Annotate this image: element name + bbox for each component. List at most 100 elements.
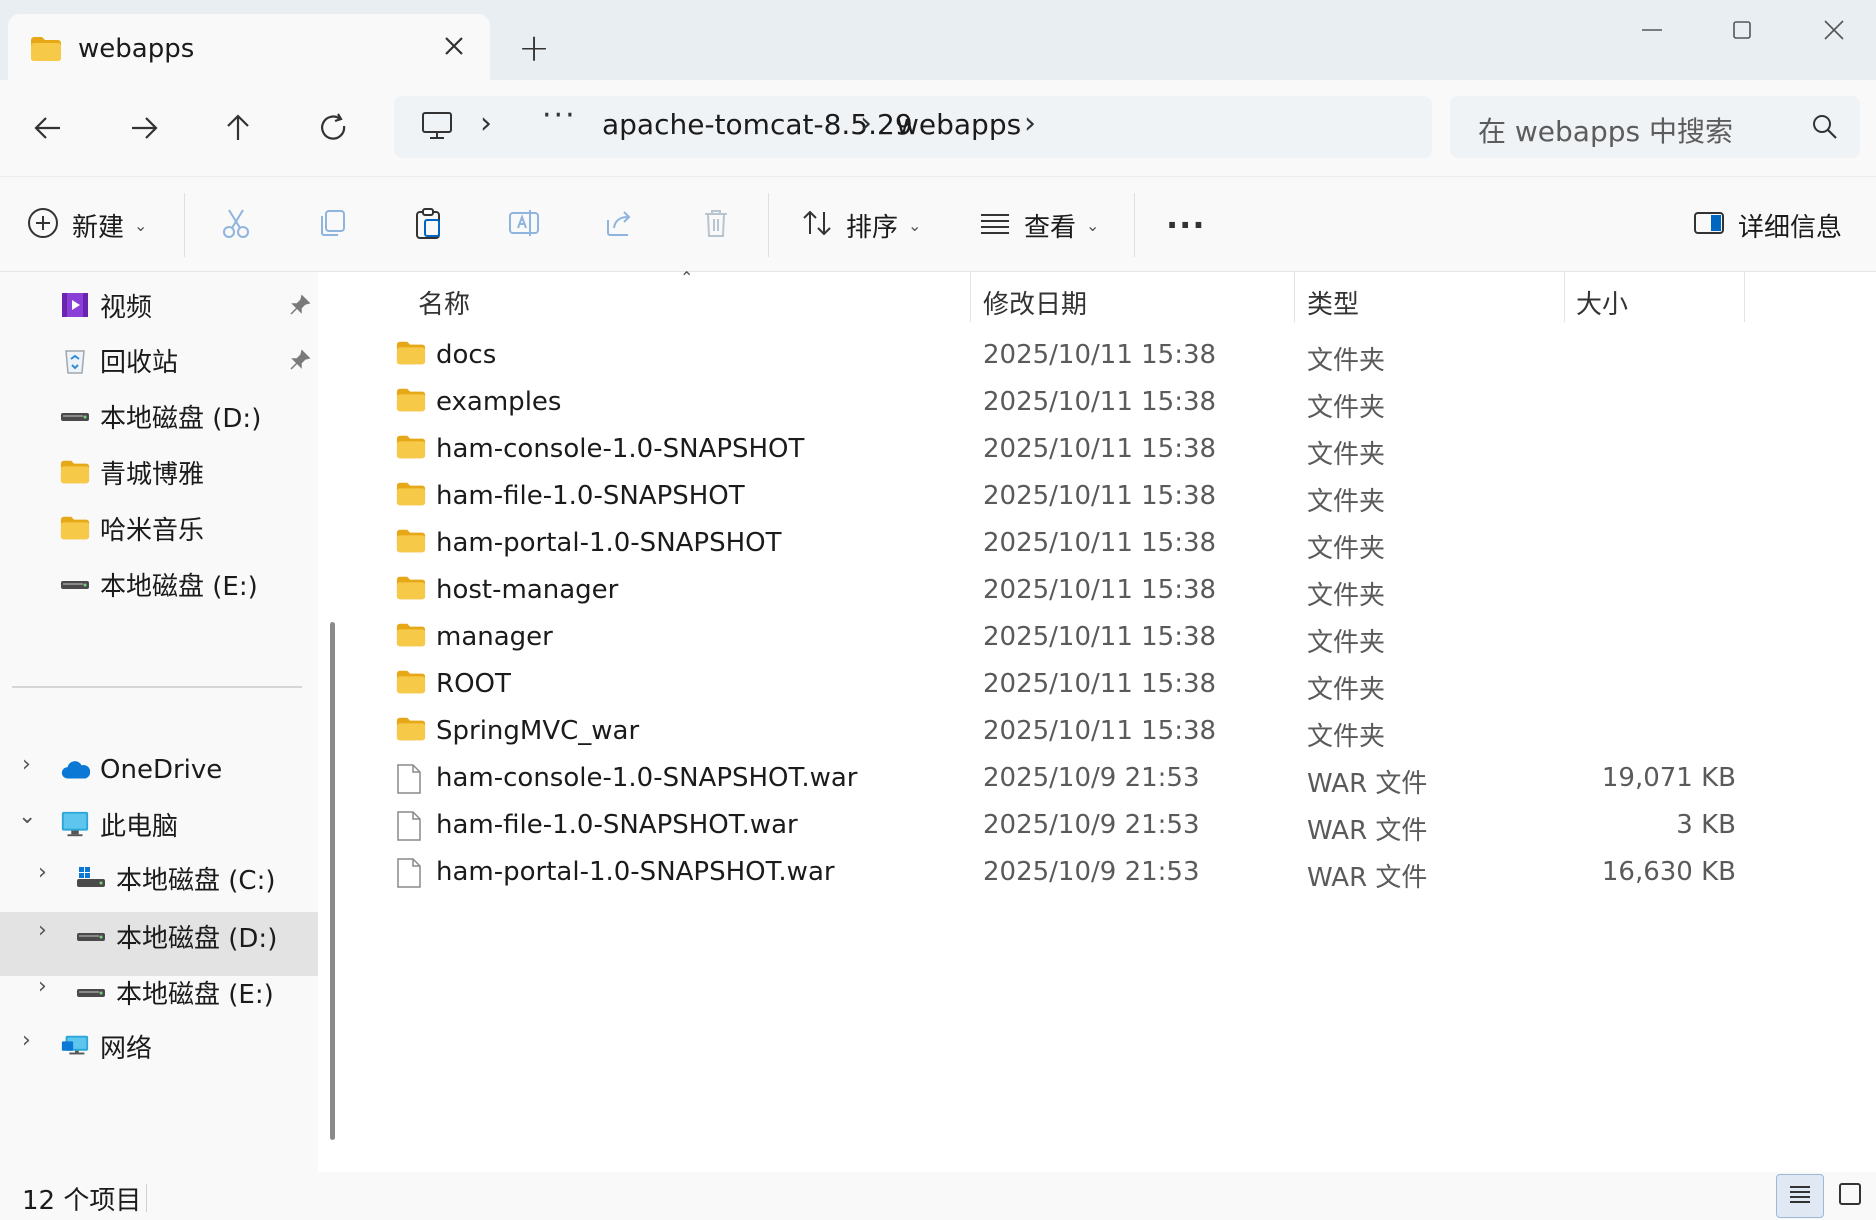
sidebar-item-network[interactable]: › 网络	[0, 1018, 318, 1074]
cut-button[interactable]	[212, 201, 260, 249]
sidebar-item-label: 本地磁盘 (D:)	[116, 923, 278, 954]
refresh-button[interactable]	[310, 104, 358, 152]
sidebar-item-label: 本地磁盘 (E:)	[100, 571, 258, 602]
file-modified-date: 2025/10/11 15:38	[983, 340, 1217, 370]
column-divider[interactable]	[970, 272, 971, 322]
sidebar-item-label: 回收站	[100, 347, 179, 378]
search-input[interactable]: 在 webapps 中搜索	[1478, 110, 1733, 150]
onedrive-icon	[60, 755, 90, 785]
sidebar-scrollbar[interactable]	[330, 622, 335, 1140]
sort-ascending-icon: ⌃	[680, 268, 694, 287]
new-button[interactable]: 新建 ⌄	[26, 199, 147, 251]
file-name: ham-portal-1.0-SNAPSHOT	[436, 528, 782, 558]
address-bar[interactable]: › ··· apache-tomcat-8.5.29 › webapps ›	[394, 96, 1432, 158]
share-button[interactable]	[596, 201, 644, 249]
close-tab-icon[interactable]	[434, 26, 474, 66]
file-type: 文件夹	[1307, 440, 1386, 470]
file-icon	[396, 810, 422, 846]
more-options-button[interactable]: ···	[1166, 199, 1205, 251]
column-divider[interactable]	[1744, 272, 1745, 322]
paste-button[interactable]	[404, 201, 452, 249]
column-header-size[interactable]: 大小	[1576, 284, 1628, 321]
large-icons-view-button[interactable]	[1828, 1174, 1872, 1218]
close-window-button[interactable]	[1802, 6, 1866, 54]
breadcrumb-webapps[interactable]: webapps	[896, 108, 1021, 141]
chevron-right-icon[interactable]: ›	[38, 918, 47, 943]
sidebar-item-videos[interactable]: 视频	[0, 277, 318, 333]
file-type: 文件夹	[1307, 346, 1386, 376]
file-modified-date: 2025/10/11 15:38	[983, 575, 1217, 605]
drive-icon	[76, 921, 106, 951]
sidebar-item-onedrive[interactable]: › OneDrive	[0, 742, 318, 798]
sidebar-item-recycle-bin[interactable]: 回收站	[0, 332, 318, 388]
file-type: 文件夹	[1307, 393, 1386, 423]
folder-icon	[396, 340, 426, 370]
file-type: WAR 文件	[1307, 863, 1428, 893]
column-header-name[interactable]: 名称	[418, 284, 470, 321]
breadcrumb-chevron-icon[interactable]: ›	[1024, 106, 1036, 141]
file-type: 文件夹	[1307, 675, 1386, 705]
file-modified-date: 2025/10/11 15:38	[983, 387, 1217, 417]
system-drive-icon	[76, 863, 106, 893]
view-label: 查看	[1024, 212, 1077, 243]
sidebar-item-drive-c[interactable]: › 本地磁盘 (C:)	[0, 850, 318, 906]
back-button[interactable]	[24, 104, 72, 152]
minimize-button[interactable]	[1620, 6, 1684, 54]
chevron-right-icon[interactable]: ›	[22, 1028, 31, 1053]
sidebar-item-drive-d-quick[interactable]: 本地磁盘 (D:)	[0, 388, 318, 444]
search-icon[interactable]	[1810, 112, 1840, 146]
sort-label: 排序	[846, 212, 899, 243]
maximize-button[interactable]	[1710, 6, 1774, 54]
folder-icon	[396, 575, 426, 605]
chevron-right-icon[interactable]: ›	[22, 752, 31, 777]
file-type: 文件夹	[1307, 722, 1386, 752]
video-icon	[60, 290, 90, 320]
details-view-button[interactable]	[1776, 1174, 1824, 1218]
folder-icon	[396, 434, 426, 464]
chevron-right-icon[interactable]: ›	[38, 974, 47, 999]
computer-icon[interactable]	[420, 110, 454, 146]
file-type: WAR 文件	[1307, 769, 1428, 799]
file-size: 3 KB	[1676, 810, 1736, 840]
file-name: examples	[436, 387, 562, 417]
file-type: 文件夹	[1307, 628, 1386, 658]
sidebar-item-label: 本地磁盘 (D:)	[100, 403, 262, 434]
search-box[interactable]: 在 webapps 中搜索	[1450, 96, 1860, 158]
tab-webapps[interactable]: webapps	[8, 14, 490, 80]
file-modified-date: 2025/10/11 15:38	[983, 716, 1217, 746]
copy-button[interactable]	[308, 201, 356, 249]
drive-icon	[60, 569, 90, 599]
view-button[interactable]: 查看 ⌄	[978, 199, 1099, 251]
breadcrumb-more[interactable]: ···	[542, 98, 577, 133]
forward-button[interactable]	[120, 104, 168, 152]
file-row[interactable]: ham-portal-1.0-SNAPSHOT.war 2025/10/9 21:…	[354, 845, 1876, 901]
column-header-type[interactable]: 类型	[1307, 284, 1359, 321]
file-type: 文件夹	[1307, 487, 1386, 517]
file-modified-date: 2025/10/11 15:38	[983, 434, 1217, 464]
sidebar-item-this-pc[interactable]: ⌄ 此电脑	[0, 796, 318, 852]
file-modified-date: 2025/10/9 21:53	[983, 810, 1200, 840]
new-tab-button[interactable]: +	[510, 28, 558, 72]
file-name: ham-console-1.0-SNAPSHOT	[436, 434, 805, 464]
delete-button[interactable]	[692, 201, 740, 249]
column-divider[interactable]	[1294, 272, 1295, 322]
sidebar-item-drive-e-quick[interactable]: 本地磁盘 (E:)	[0, 556, 318, 612]
rename-button[interactable]	[500, 201, 548, 249]
sidebar-item-hami-music[interactable]: 哈米音乐	[0, 500, 318, 556]
breadcrumb-chevron-icon[interactable]: ›	[480, 106, 492, 141]
chevron-right-icon[interactable]: ›	[38, 860, 47, 885]
details-view-icon	[1787, 1182, 1813, 1210]
sidebar-item-drive-d[interactable]: › 本地磁盘 (D:)	[0, 904, 318, 968]
up-button[interactable]	[214, 104, 262, 152]
pin-icon[interactable]	[288, 293, 312, 321]
details-pane-button[interactable]: 详细信息	[1692, 199, 1842, 251]
scissors-icon	[219, 206, 253, 244]
pin-icon[interactable]	[288, 348, 312, 376]
sidebar-item-drive-e[interactable]: › 本地磁盘 (E:)	[0, 964, 318, 1020]
chevron-down-icon[interactable]: ⌄	[18, 804, 36, 829]
column-header-modified[interactable]: 修改日期	[983, 284, 1087, 321]
sort-button[interactable]: 排序 ⌄	[800, 199, 921, 251]
column-divider[interactable]	[1564, 272, 1565, 322]
sidebar-item-qingcheng[interactable]: 青城博雅	[0, 444, 318, 500]
breadcrumb-chevron-icon[interactable]: ›	[860, 106, 872, 141]
